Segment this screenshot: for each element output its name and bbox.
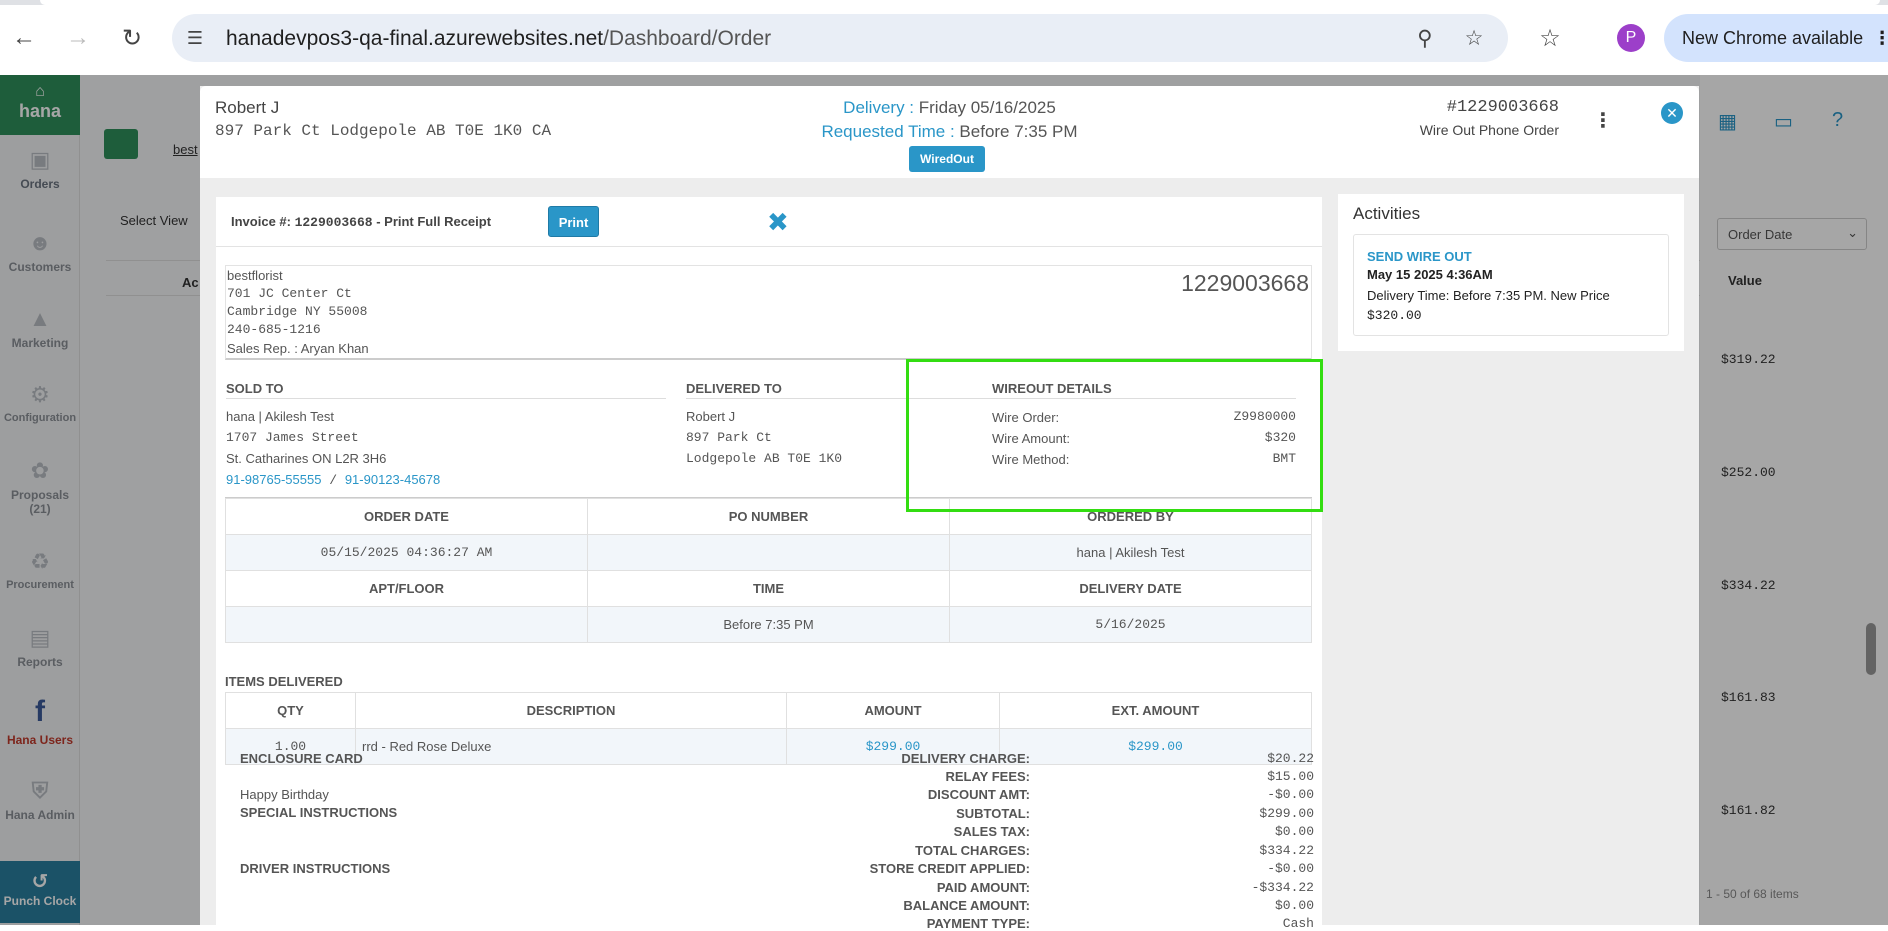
phone-link[interactable]: 91-98765-55555: [226, 472, 321, 487]
qty-header: QTY: [225, 692, 356, 729]
order-date-header: ORDER DATE: [225, 498, 588, 535]
ordered-by-value: hana | Akilesh Test: [949, 534, 1312, 571]
payment-type-value: Cash: [1282, 916, 1314, 931]
special-instructions-heading: SPECIAL INSTRUCTIONS: [240, 805, 398, 820]
status-badge: WiredOut: [909, 146, 985, 172]
tab-strip: [0, 0, 1888, 5]
delivered-to-city: Lodgepole AB T0E 1K0: [686, 451, 843, 466]
delivery-charge-label: DELIVERY CHARGE:: [901, 751, 1030, 766]
paid-amount-value: -$334.22: [1251, 880, 1314, 895]
sales-rep: Sales Rep. : Aryan Khan: [227, 341, 369, 356]
item-description: rrd - Red Rose Deluxe: [355, 728, 787, 765]
payment-type-label: PAYMENT TYPE:: [926, 916, 1030, 931]
invoice-title: Invoice #: 1229003668 - Print Full Recei…: [231, 214, 492, 230]
sales-tax-label: SALES TAX:: [953, 824, 1030, 839]
item-ext-amount[interactable]: $299.00: [999, 728, 1312, 765]
activity-text: Delivery Time: Before 7:35 PM. New Price…: [1367, 288, 1610, 323]
modal-header: Robert J 897 Park Ct Lodgepole AB T0E 1K…: [200, 86, 1699, 178]
store-city: Cambridge NY 55008: [227, 304, 368, 319]
delivery-date-value: 5/16/2025: [949, 606, 1312, 643]
balance-amount-value: $0.00: [1274, 898, 1314, 913]
sold-to-heading: SOLD TO: [226, 381, 284, 396]
description-header: DESCRIPTION: [355, 692, 787, 729]
order-number: #1229003668: [1446, 98, 1559, 117]
delivered-to-street: 897 Park Ct: [686, 430, 772, 445]
delivered-to-heading: DELIVERED TO: [686, 381, 782, 396]
driver-instructions-heading: DRIVER INSTRUCTIONS: [240, 861, 391, 876]
activities-panel: Activities SEND WIRE OUT May 15 2025 4:3…: [1338, 194, 1684, 351]
po-number-header: PO NUMBER: [587, 498, 950, 535]
bookmarks-icon[interactable]: ☆: [1534, 22, 1566, 54]
new-chrome-button[interactable]: New Chrome available ⋮: [1664, 14, 1888, 62]
apt-floor-header: APT/FLOOR: [225, 570, 588, 607]
zoom-icon[interactable]: ⚲: [1410, 23, 1440, 53]
url-text[interactable]: hanadevpos3-qa-final.azurewebsites.net/D…: [226, 27, 771, 51]
invoice-panel: Invoice #: 1229003668 - Print Full Recei…: [216, 197, 1322, 931]
back-icon[interactable]: ←: [8, 22, 40, 54]
store-credit-value: -$0.00: [1267, 861, 1314, 876]
activity-card: SEND WIRE OUT May 15 2025 4:36AM Deliver…: [1353, 234, 1669, 336]
address-bar[interactable]: ☰ hanadevpos3-qa-final.azurewebsites.net…: [172, 14, 1508, 62]
sold-to-street: 1707 James Street: [226, 430, 359, 445]
paid-amount-label: PAID AMOUNT:: [936, 880, 1030, 895]
delivery-date-header: DELIVERY DATE: [949, 570, 1312, 607]
store-info: bestflorist 701 JC Center Ct Cambridge N…: [225, 265, 1312, 360]
sold-to-name: hana | Akilesh Test: [226, 409, 334, 424]
relay-fees-label: RELAY FEES:: [945, 769, 1030, 784]
discount-label: DISCOUNT AMT:: [927, 787, 1030, 802]
profile-avatar[interactable]: P: [1617, 24, 1645, 52]
bookmark-star-icon[interactable]: ☆: [1459, 23, 1489, 53]
time-header: TIME: [587, 570, 950, 607]
items-table: QTY DESCRIPTION AMOUNT EXT. AMOUNT 1.00 …: [225, 692, 1312, 765]
table-row: 1.00 rrd - Red Rose Deluxe $299.00 $299.…: [225, 728, 1312, 765]
enclosure-heading: ENCLOSURE CARD: [240, 751, 363, 766]
ext-amount-header: EXT. AMOUNT: [999, 692, 1312, 729]
discount-value: -$0.00: [1267, 787, 1314, 802]
close-invoice-icon[interactable]: ✖: [767, 207, 789, 238]
sold-to-phones: 91-98765-55555 / 91-90123-45678: [226, 472, 441, 488]
reload-icon[interactable]: ↻: [116, 22, 148, 54]
order-info-table: ORDER DATE PO NUMBER ORDERED BY 05/15/20…: [225, 498, 1312, 643]
items-heading: ITEMS DELIVERED: [225, 674, 343, 689]
time-value: Before 7:35 PM: [587, 606, 950, 643]
store-street: 701 JC Center Ct: [227, 286, 352, 301]
print-button[interactable]: Print: [548, 206, 599, 237]
relay-fees-value: $15.00: [1267, 769, 1314, 784]
delivery-charge-value: $20.22: [1267, 751, 1314, 766]
sold-to-city: St. Catharines ON L2R 3H6: [226, 451, 387, 466]
site-settings-icon[interactable]: ☰: [180, 23, 210, 53]
more-options-icon[interactable]: ⋮: [1593, 108, 1613, 133]
phone-link[interactable]: 91-90123-45678: [345, 472, 440, 487]
store-phone: 240-685-1216: [227, 322, 321, 337]
balance-amount-label: BALANCE AMOUNT:: [903, 898, 1030, 913]
store-credit-label: STORE CREDIT APPLIED:: [869, 861, 1030, 876]
sales-tax-value: $0.00: [1274, 824, 1314, 839]
invoice-header: Invoice #: 1229003668 - Print Full Recei…: [216, 197, 1322, 247]
activities-heading: Activities: [1353, 204, 1421, 223]
order-date-value: 05/15/2025 04:36:27 AM: [225, 534, 588, 571]
activity-title: SEND WIRE OUT: [1367, 249, 1472, 264]
wireout-highlight-box: [906, 359, 1323, 512]
total-charges-label: TOTAL CHARGES:: [915, 843, 1030, 858]
invoice-number: 1229003668: [1181, 270, 1309, 296]
enclosure-text: Happy Birthday: [240, 787, 329, 802]
subtotal-label: SUBTOTAL:: [956, 806, 1030, 821]
delivered-to-name: Robert J: [686, 409, 736, 424]
apt-floor-value: [225, 606, 588, 643]
forward-icon[interactable]: →: [62, 22, 94, 54]
po-number-value: [587, 534, 950, 571]
order-type: Wire Out Phone Order: [1419, 122, 1559, 138]
store-name: bestflorist: [227, 268, 283, 283]
total-charges-value: $334.22: [1259, 843, 1314, 858]
subtotal-value: $299.00: [1259, 806, 1314, 821]
browser-toolbar: ← → ↻ ☰ hanadevpos3-qa-final.azurewebsit…: [0, 0, 1888, 75]
close-modal-icon[interactable]: ✕: [1661, 102, 1683, 124]
activity-date: May 15 2025 4:36AM: [1367, 267, 1493, 282]
amount-header: AMOUNT: [786, 692, 1000, 729]
